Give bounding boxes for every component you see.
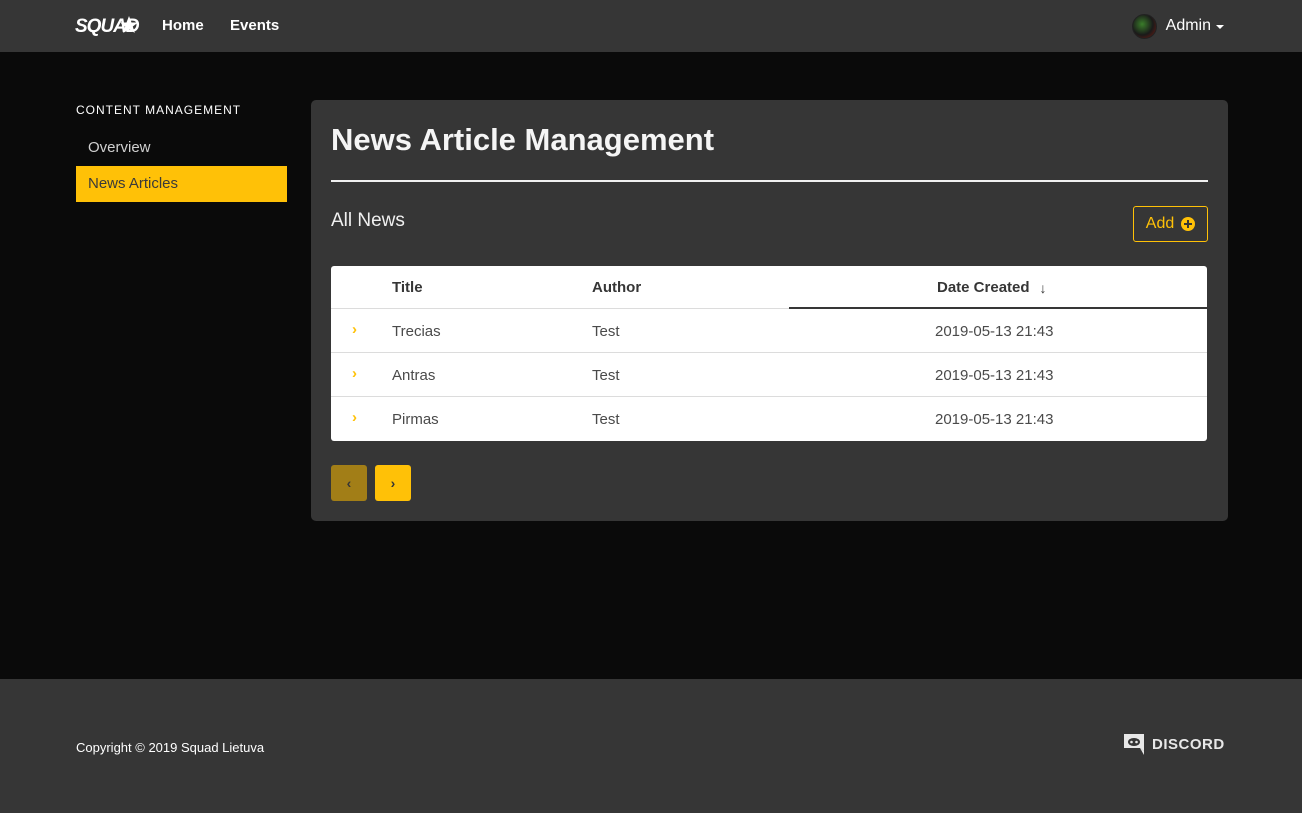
cell-date: 2019-05-13 21:43 (935, 323, 1054, 340)
cell-title: Antras (392, 367, 436, 384)
cell-date: 2019-05-13 21:43 (935, 367, 1054, 384)
main-panel: News Article Management All News Add Tit… (311, 100, 1228, 521)
column-header-title[interactable]: Title (392, 279, 423, 296)
cell-title: Pirmas (392, 411, 439, 428)
title-divider (331, 180, 1208, 182)
table-header: Title Author Date Created ↓ (331, 266, 1207, 309)
top-navbar: SQUAD Home Events Admin (0, 0, 1302, 52)
avatar (1131, 13, 1157, 39)
add-button[interactable]: Add (1133, 206, 1208, 242)
star-icon (120, 16, 138, 33)
nav-home-link[interactable]: Home (162, 17, 204, 34)
news-table: Title Author Date Created ↓ › Trecias Te… (331, 266, 1207, 441)
copyright-text: Copyright © 2019 Squad Lietuva (76, 740, 265, 755)
discord-link[interactable]: DISCORD (1121, 731, 1225, 757)
section-title: All News (331, 210, 405, 231)
user-menu[interactable]: Admin (1131, 13, 1224, 39)
pagination-prev-button[interactable]: ‹ (331, 465, 367, 501)
caret-down-icon (1216, 25, 1224, 29)
nav-events-link[interactable]: Events (230, 17, 279, 34)
cell-author: Test (592, 367, 620, 384)
sidebar-item-overview[interactable]: Overview (76, 130, 287, 166)
arrow-down-icon: ↓ (1039, 279, 1047, 296)
table-row[interactable]: › Trecias Test 2019-05-13 21:43 (331, 309, 1207, 353)
page-title: News Article Management (331, 122, 715, 157)
cell-date: 2019-05-13 21:43 (935, 411, 1054, 428)
column-header-date-label: Date Created (937, 279, 1030, 296)
chevron-left-icon: ‹ (346, 475, 352, 491)
plus-circle-icon (1181, 217, 1196, 231)
footer: Copyright © 2019 Squad Lietuva DISCORD (0, 679, 1302, 813)
pagination-next-button[interactable]: › (375, 465, 411, 501)
sidebar-heading: CONTENT MANAGEMENT (76, 103, 242, 117)
add-button-label: Add (1145, 215, 1175, 232)
sidebar-item-news-articles[interactable]: News Articles (76, 166, 287, 202)
cell-author: Test (592, 323, 620, 340)
chevron-right-icon: › (390, 475, 396, 491)
user-menu-label: Admin (1165, 17, 1211, 34)
chevron-right-icon[interactable]: › (352, 365, 357, 382)
squad-logo[interactable]: SQUAD (75, 10, 140, 42)
column-header-author[interactable]: Author (592, 279, 641, 296)
chevron-right-icon[interactable]: › (352, 321, 357, 338)
chevron-right-icon[interactable]: › (352, 409, 357, 426)
table-row[interactable]: › Pirmas Test 2019-05-13 21:43 (331, 397, 1207, 441)
column-header-date-created[interactable]: Date Created ↓ (937, 279, 1047, 296)
discord-label: DISCORD (1152, 735, 1225, 753)
table-row[interactable]: › Antras Test 2019-05-13 21:43 (331, 353, 1207, 397)
cell-author: Test (592, 411, 620, 428)
cell-title: Trecias (392, 323, 441, 340)
discord-icon (1124, 734, 1144, 755)
